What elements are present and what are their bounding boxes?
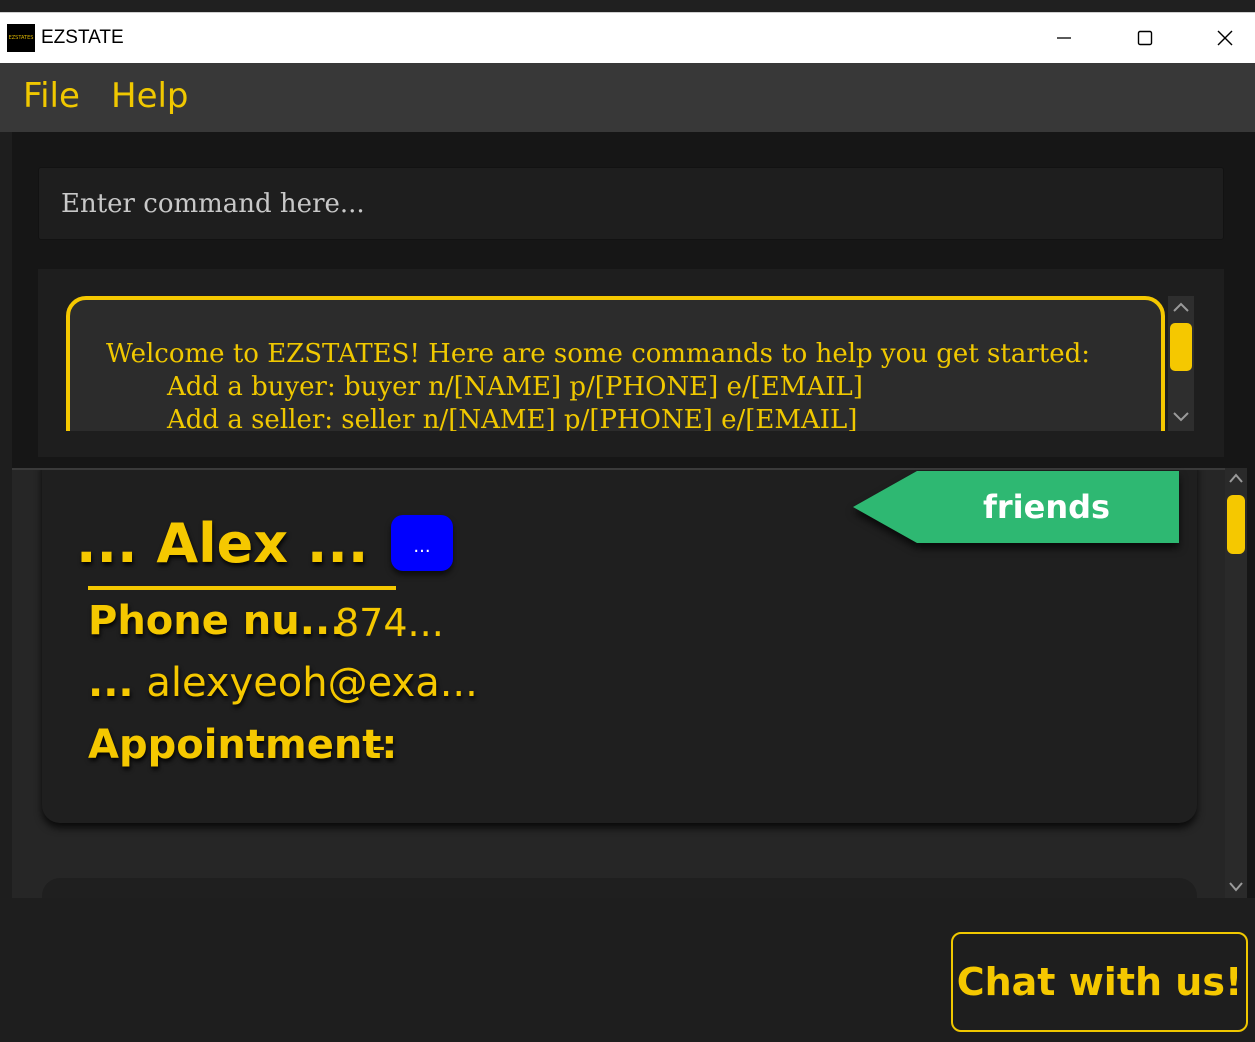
scroll-up-icon[interactable] bbox=[1172, 300, 1190, 314]
app-logo-icon: EZSTATES bbox=[7, 24, 35, 52]
window-top-strip bbox=[0, 0, 1255, 12]
minimize-icon bbox=[1057, 37, 1071, 39]
command-box bbox=[38, 167, 1224, 240]
list-scroll-thumb[interactable] bbox=[1227, 495, 1245, 554]
command-input[interactable] bbox=[39, 168, 1223, 239]
email-value: alexyeoh@exa... bbox=[146, 660, 478, 706]
name-underline bbox=[88, 586, 396, 590]
scroll-up-icon[interactable] bbox=[1228, 472, 1244, 484]
close-icon bbox=[1217, 30, 1233, 46]
email-label: ... bbox=[88, 660, 134, 706]
person-name: ... Alex ... bbox=[76, 512, 369, 575]
appointment-value: - bbox=[372, 724, 386, 768]
chat-with-us-button[interactable]: Chat with us! bbox=[951, 932, 1248, 1032]
phone-label: Phone nu... bbox=[88, 598, 346, 644]
result-line: Add a seller: seller n/[NAME] p/[PHONE] … bbox=[167, 405, 858, 431]
scroll-down-icon[interactable] bbox=[1172, 410, 1190, 424]
maximize-button[interactable] bbox=[1125, 19, 1165, 57]
menu-file[interactable]: File bbox=[23, 76, 80, 116]
window-title: EZSTATE bbox=[41, 27, 124, 48]
result-box: Welcome to EZSTATES! Here are some comma… bbox=[66, 296, 1165, 431]
appointment-label: Appointment: bbox=[88, 722, 398, 768]
scroll-down-icon[interactable] bbox=[1228, 881, 1244, 893]
menu-help[interactable]: Help bbox=[111, 76, 189, 116]
app-logo-text: EZSTATES bbox=[8, 35, 34, 41]
phone-value: 874... bbox=[335, 601, 444, 645]
tag-label: friends bbox=[982, 488, 1111, 526]
person-id-badge: ... bbox=[391, 515, 453, 571]
result-scroll-thumb[interactable] bbox=[1170, 323, 1192, 371]
result-line: Welcome to EZSTATES! Here are some comma… bbox=[106, 339, 1090, 369]
person-card-next[interactable] bbox=[42, 878, 1197, 898]
menu-bar: File Help bbox=[0, 63, 1255, 132]
result-display: Welcome to EZSTATES! Here are some comma… bbox=[66, 296, 1166, 431]
result-line: Add a buyer: buyer n/[NAME] p/[PHONE] e/… bbox=[167, 372, 863, 402]
close-button[interactable] bbox=[1205, 19, 1245, 57]
title-bar: EZSTATES EZSTATE bbox=[0, 12, 1255, 63]
email-line: ... alexyeoh@exa... bbox=[88, 660, 478, 706]
maximize-icon bbox=[1137, 30, 1153, 46]
minimize-button[interactable] bbox=[1044, 19, 1084, 57]
